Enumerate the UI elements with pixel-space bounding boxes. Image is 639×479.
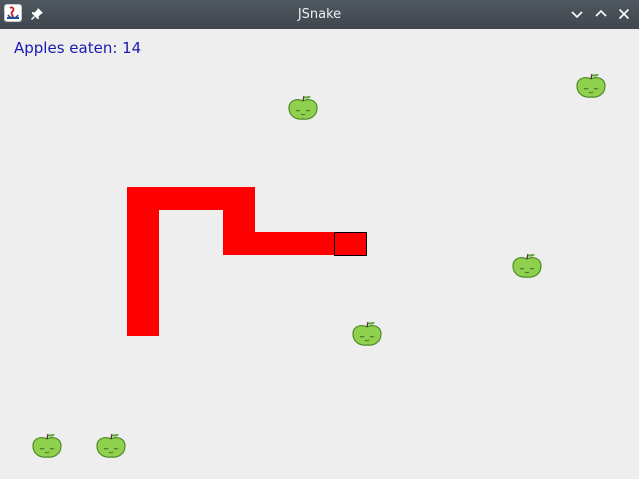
java-app-icon[interactable]: [4, 4, 22, 22]
pin-icon[interactable]: [29, 6, 45, 22]
maximize-button[interactable]: [594, 7, 608, 21]
snake-body-segment: [223, 232, 335, 255]
apple-icon: [287, 95, 319, 123]
maximize-icon: [595, 9, 607, 17]
apple-icon: [95, 433, 127, 461]
minimize-button[interactable]: [570, 7, 584, 21]
title-bar: JSnake: [0, 0, 639, 29]
apple-icon: [31, 433, 63, 461]
apple-icon: [575, 73, 607, 101]
apple-icon: [511, 253, 543, 281]
minimize-icon: [571, 11, 583, 19]
close-button[interactable]: [617, 7, 631, 21]
score-label: Apples eaten: 14: [14, 39, 142, 57]
close-icon: [618, 8, 630, 20]
apple-icon: [351, 321, 383, 349]
window-title: JSnake: [297, 7, 342, 22]
game-board[interactable]: Apples eaten: 14: [0, 29, 639, 479]
snake-head: [334, 232, 367, 256]
